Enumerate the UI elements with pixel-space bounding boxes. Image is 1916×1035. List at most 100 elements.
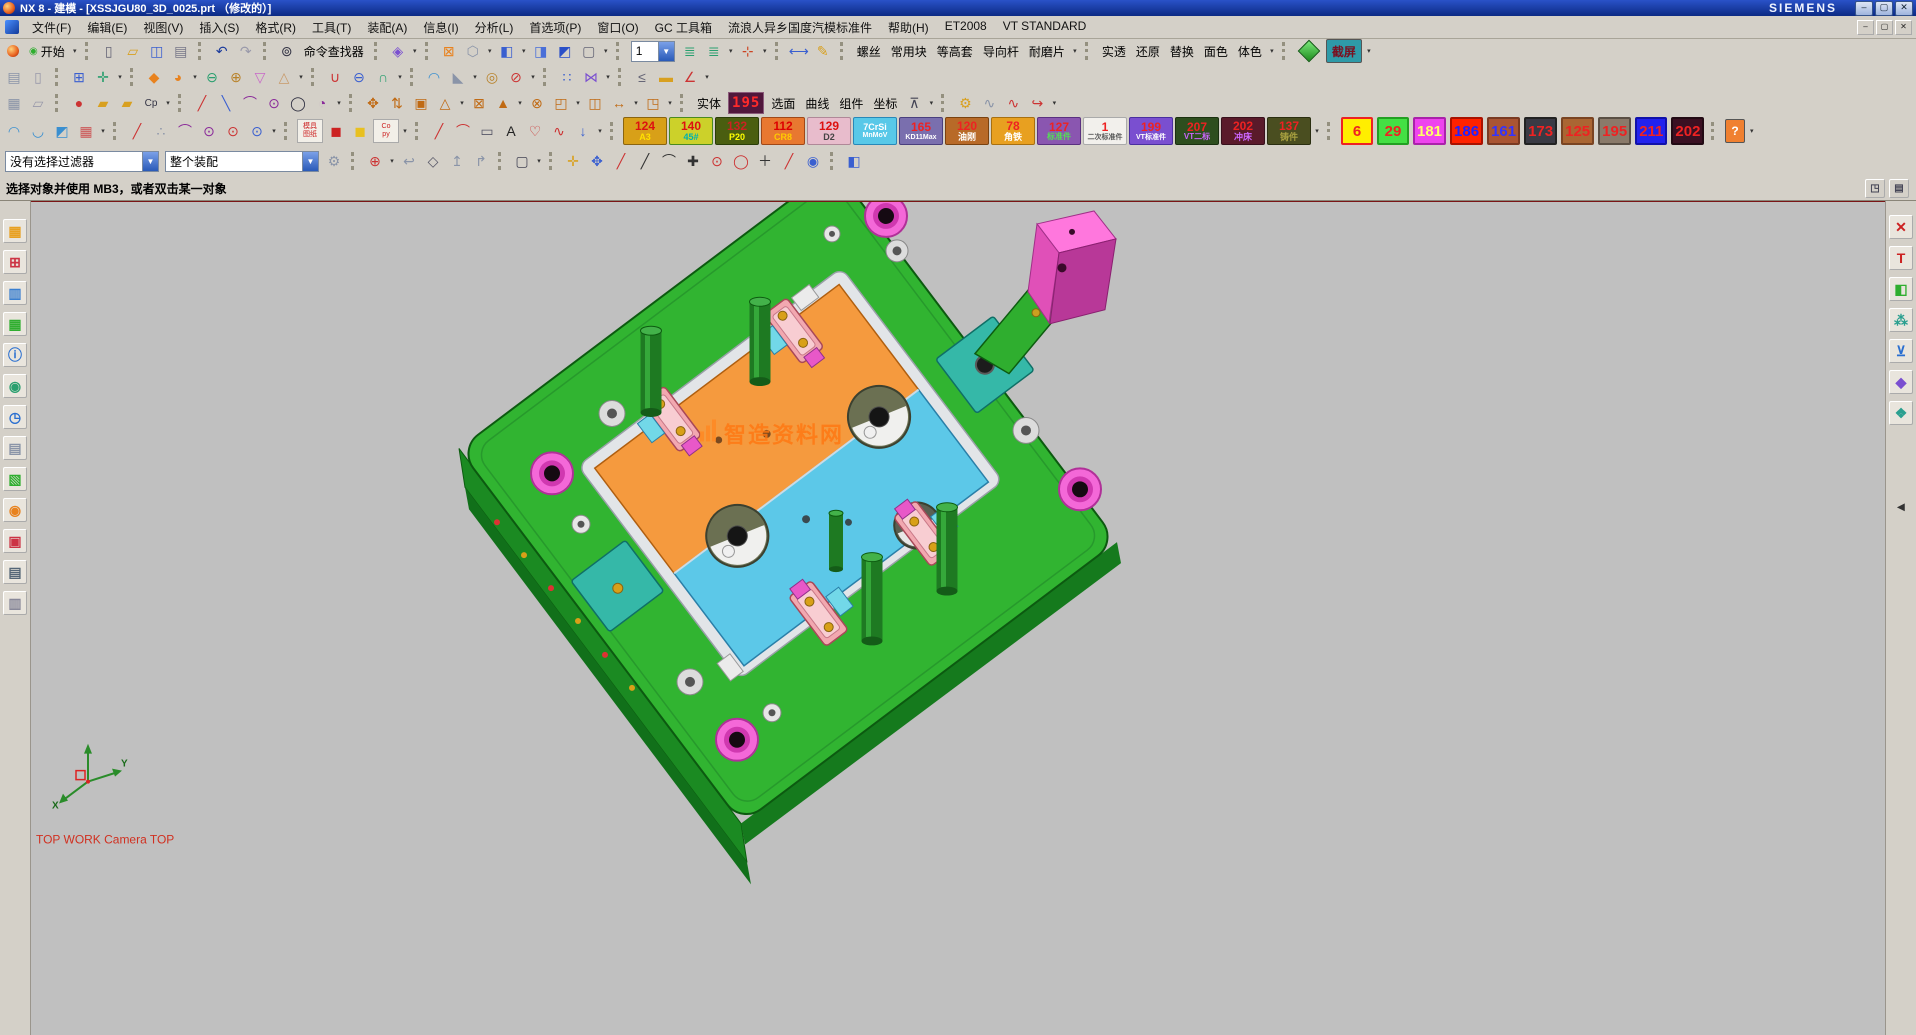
circle-icon[interactable]: ◯ <box>287 93 309 114</box>
guide-rod-button[interactable]: 导向杆 <box>978 40 1024 62</box>
system-visualization-icon[interactable]: ▣ <box>3 529 27 553</box>
general-selection-filter-icon[interactable]: ⊕ <box>364 151 386 172</box>
swept-surface-icon[interactable]: ◩ <box>51 121 73 142</box>
material-chip-207[interactable]: 207VT二标 <box>1175 117 1219 145</box>
select-branch-icon[interactable]: ↱ <box>470 151 492 172</box>
dropdown-arrow-icon[interactable]: ▾ <box>601 41 611 62</box>
snapshots-icon[interactable]: ⁂ <box>1889 308 1913 332</box>
pin-icon[interactable]: ⊻ <box>1889 339 1913 363</box>
pad-icon[interactable]: △ <box>273 67 295 88</box>
dropdown-arrow-icon[interactable]: ▾ <box>631 93 641 114</box>
snap-existing-point-icon[interactable]: ＋ <box>754 151 776 172</box>
trim-body-icon[interactable]: ⊘ <box>505 67 527 88</box>
material-chip-7CrSi[interactable]: 7CrSiMnMoV <box>853 117 897 145</box>
text-tool-icon[interactable]: A <box>500 121 522 142</box>
move-object-icon[interactable]: ✥ <box>362 93 384 114</box>
solid-filter-button[interactable]: 实体 <box>692 95 726 112</box>
minimize-button[interactable]: – <box>1855 1 1873 16</box>
through-curves-icon[interactable]: ◡ <box>27 121 49 142</box>
pocket-icon[interactable]: ▽ <box>249 67 271 88</box>
face-color-button[interactable]: 面色 <box>1199 40 1233 62</box>
visualization-icon[interactable]: ◉ <box>3 374 27 398</box>
rotate-object-icon[interactable]: ⊗ <box>526 93 548 114</box>
menu-item-help[interactable]: 帮助(H) <box>880 17 937 38</box>
revolve-icon[interactable]: ◕ <box>167 67 189 88</box>
dropdown-arrow-icon[interactable]: ▾ <box>269 121 279 142</box>
flow-curve-icon[interactable]: ↪ <box>1026 93 1048 114</box>
translucent-button[interactable]: 实透 <box>1097 40 1131 62</box>
graphics-window[interactable]: 智造资料网 X Y TOP WORK Camera TOP <box>30 200 1886 1035</box>
dropdown-arrow-icon[interactable]: ▾ <box>534 151 544 172</box>
annotation-icon[interactable]: ✎ <box>812 41 834 62</box>
reuse-library-icon[interactable]: ▦ <box>3 312 27 336</box>
work-layer-combo[interactable]: 1▼ <box>631 41 675 62</box>
spline-red-icon[interactable]: ∿ <box>1002 93 1024 114</box>
dropdown-arrow-icon[interactable]: ▾ <box>519 41 529 62</box>
scale-object-icon[interactable]: ▲ <box>492 93 514 114</box>
orient-view-icon[interactable]: ◩ <box>554 41 576 62</box>
start-button[interactable]: ◉开始 <box>24 40 70 62</box>
dropdown-arrow-icon[interactable]: ▾ <box>115 67 125 88</box>
number-chip-6[interactable]: 6 <box>1341 117 1373 145</box>
documents-icon[interactable]: ▤ <box>3 560 27 584</box>
material-chip-78[interactable]: 78角铁 <box>991 117 1035 145</box>
material-chip-140[interactable]: 14045# <box>669 117 713 145</box>
gears-icon[interactable]: ⚙ <box>323 151 345 172</box>
menu-item-tools[interactable]: 工具(T) <box>304 17 359 38</box>
line-icon[interactable]: ╱ <box>191 93 213 114</box>
material-chip-112[interactable]: 112CR8 <box>761 117 805 145</box>
menu-item-information[interactable]: 信息(I) <box>415 17 466 38</box>
number-chip-161[interactable]: 161 <box>1487 117 1520 145</box>
dropdown-arrow-icon[interactable]: ▾ <box>603 67 613 88</box>
number-chip-186[interactable]: 186 <box>1450 117 1483 145</box>
new-file-icon[interactable]: ▯ <box>98 41 120 62</box>
undo-icon[interactable]: ↶ <box>211 41 233 62</box>
material-chip-137[interactable]: 137铸件 <box>1267 117 1311 145</box>
binoculars-icon[interactable]: ⊚ <box>276 41 298 62</box>
material-chip-120[interactable]: 120油刚 <box>945 117 989 145</box>
dropdown-arrow-icon[interactable]: ▾ <box>926 93 936 114</box>
dropdown-arrow-icon[interactable]: ▾ <box>573 93 583 114</box>
layer-category-icon[interactable]: ≣ <box>703 41 725 62</box>
history-icon[interactable]: ◷ <box>3 405 27 429</box>
ruled-surface-icon[interactable]: ◠ <box>3 121 25 142</box>
process-studio-icon[interactable]: ▤ <box>3 436 27 460</box>
pattern-feature-icon[interactable]: ∷ <box>556 67 578 88</box>
gallery-icon[interactable]: ❖ <box>1889 401 1913 425</box>
assembly-navigator-icon[interactable]: ▦ <box>3 219 27 243</box>
number-chip-181[interactable]: 181 <box>1413 117 1446 145</box>
studio-spline-icon[interactable]: ♡ <box>524 121 546 142</box>
pane-icon[interactable]: ▱ <box>27 93 49 114</box>
chamfer-icon[interactable]: ◣ <box>447 67 469 88</box>
dropdown-arrow-icon[interactable]: ▾ <box>1312 121 1322 142</box>
line-tool-icon[interactable]: ╱ <box>428 121 450 142</box>
sketch-icon[interactable]: ⊞ <box>68 67 90 88</box>
red-cube-icon[interactable]: ◼ <box>325 121 347 142</box>
number-chip-173[interactable]: 173 <box>1524 117 1557 145</box>
selection-scope-filter[interactable]: 整个装配▼ <box>165 151 319 172</box>
dropdown-arrow-icon[interactable]: ▾ <box>470 67 480 88</box>
screen-capture-button[interactable]: 截屏 <box>1326 39 1362 63</box>
maximize-button[interactable]: ▢ <box>1875 1 1893 16</box>
number-chip-211[interactable]: 211 <box>1635 117 1667 145</box>
display-mode-icon[interactable]: ◈ <box>387 41 409 62</box>
menu-item-preferences[interactable]: 首选项(P) <box>521 17 589 38</box>
cp-icon[interactable]: Cp <box>140 93 162 114</box>
layer-settings-icon[interactable]: ≣ <box>679 41 701 62</box>
wcs-triad[interactable]: X Y <box>52 744 128 812</box>
diamond-icon[interactable] <box>1298 40 1321 63</box>
arc-tool-icon[interactable]: ⌒ <box>452 121 474 142</box>
red-ball-icon[interactable]: ● <box>68 93 90 114</box>
snap-center-icon[interactable]: ⊙ <box>706 151 728 172</box>
menu-item-assemblies[interactable]: 装配(A) <box>359 17 415 38</box>
edge-blend-icon[interactable]: ◠ <box>423 67 445 88</box>
snap-intersection-icon[interactable]: ✚ <box>682 151 704 172</box>
body-color-button[interactable]: 体色 <box>1233 40 1267 62</box>
3d-scene[interactable]: 智造资料网 X Y TOP WORK Camera TOP <box>30 202 1886 1035</box>
dropdown-arrow-icon[interactable]: ▾ <box>387 151 397 172</box>
array-object-icon[interactable]: ◫ <box>584 93 606 114</box>
model-views-icon[interactable]: ◧ <box>1889 277 1913 301</box>
roles-icon[interactable]: ◉ <box>3 498 27 522</box>
dock-prompt-icon[interactable]: ◳ <box>1865 179 1885 198</box>
replace-button[interactable]: 替换 <box>1165 40 1199 62</box>
